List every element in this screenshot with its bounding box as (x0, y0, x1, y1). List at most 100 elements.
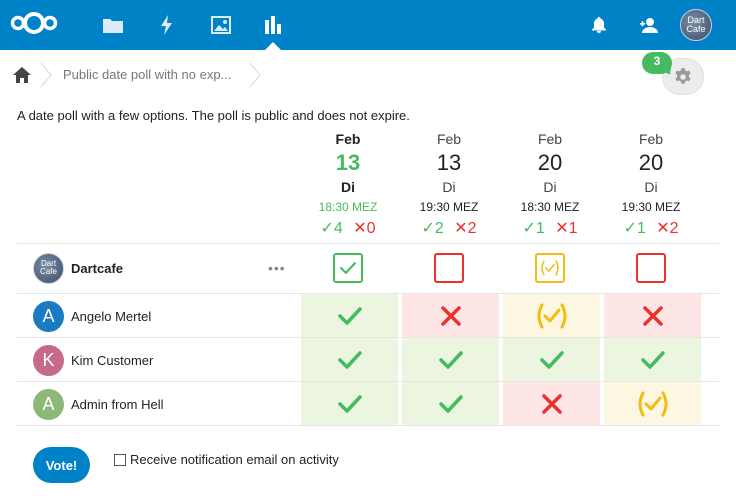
vote-cell-maybe (503, 294, 600, 337)
participant-cell: A Admin from Hell (33, 388, 163, 420)
gallery-icon[interactable] (208, 12, 234, 38)
no-count: 0 (366, 220, 376, 237)
check-icon (438, 394, 463, 414)
option-month: Feb (638, 131, 664, 147)
check-icon (337, 394, 362, 414)
breadcrumb-poll-title[interactable]: Public date poll with no exp... (63, 67, 231, 82)
user-name: Admin from Hell (71, 396, 164, 412)
avatar: A (33, 388, 64, 420)
gear-icon (675, 67, 691, 84)
vote-cell-yes (301, 338, 398, 381)
notifications-icon[interactable] (588, 14, 610, 36)
yes-count-icon: ✓ (421, 220, 435, 237)
cross-icon (642, 305, 664, 327)
vote-cell-no (402, 294, 499, 337)
vote-cell-yes (402, 338, 499, 381)
option-weekday: Di (543, 179, 557, 195)
vote-cell-no (604, 294, 701, 337)
option-month: Feb (537, 131, 563, 147)
option-weekday: Di (341, 179, 355, 195)
check-icon (339, 262, 357, 274)
avatar: A (33, 300, 64, 332)
notification-option[interactable]: Receive notification email on activity (114, 452, 339, 467)
poll-description: A date poll with a few options. The poll… (17, 108, 410, 123)
vote-cell-yes (301, 294, 398, 337)
yes-count: 1 (636, 220, 646, 237)
check-icon (640, 350, 665, 370)
option-vote-counts: ✓1 ✕1 (500, 218, 600, 240)
check-icon (438, 350, 463, 370)
poll-option-header: Feb 20 Di 19:30 MEZ ✓1 ✕2 (601, 130, 701, 240)
vote-toggle-empty[interactable] (434, 253, 464, 283)
vote-toggle-empty[interactable] (636, 253, 666, 283)
maybe-icon (535, 303, 569, 329)
participant-cell: K Kim Customer (33, 344, 153, 376)
avatar: K (33, 344, 64, 376)
poll-option-header: Feb 13 Di 18:30 MEZ ✓4 ✕0 (298, 130, 398, 240)
notification-label: Receive notification email on activity (130, 452, 339, 467)
check-icon (539, 350, 564, 370)
files-icon[interactable] (100, 12, 126, 38)
participant-cell: A Angelo Mertel (33, 300, 151, 332)
maybe-icon (541, 260, 559, 276)
option-vote-counts: ✓2 ✕2 (399, 218, 499, 240)
option-month: Feb (335, 131, 361, 147)
option-day: 20 (537, 150, 563, 175)
chevron-right-icon (40, 62, 52, 88)
user-name: Angelo Mertel (71, 308, 152, 324)
comments-count-badge[interactable]: 3 (642, 52, 672, 74)
vote-cell-yes (402, 382, 499, 425)
row-divider (17, 425, 719, 426)
activity-icon[interactable] (154, 12, 180, 38)
polls-icon[interactable] (260, 12, 286, 38)
no-count: 2 (467, 220, 477, 237)
user-name: Dartcafe (71, 260, 124, 276)
more-actions-icon[interactable]: ••• (268, 260, 286, 276)
option-vote-counts: ✓1 ✕2 (601, 218, 701, 240)
vote-cell-maybe (604, 382, 701, 425)
nextcloud-logo[interactable] (10, 10, 58, 36)
yes-count-icon: ✓ (623, 220, 637, 237)
active-app-indicator (265, 42, 281, 50)
breadcrumb: Public date poll with no exp... (0, 55, 736, 95)
vote-cell-no (503, 382, 600, 425)
option-weekday: Di (644, 179, 658, 195)
option-day: 13 (335, 150, 361, 175)
current-user-cell: Dart Cafe Dartcafe (33, 252, 123, 284)
no-count: 2 (669, 220, 679, 237)
user-name: Kim Customer (71, 352, 154, 368)
vote-button[interactable]: Vote! (33, 447, 90, 483)
option-day: 13 (436, 150, 462, 175)
vote-toggle-maybe[interactable] (535, 253, 565, 283)
yes-count: 4 (333, 220, 343, 237)
no-count: 1 (568, 220, 578, 237)
notification-checkbox[interactable] (114, 453, 126, 466)
yes-count-icon: ✓ (522, 220, 536, 237)
contacts-icon[interactable] (638, 14, 660, 36)
yes-count-icon: ✓ (320, 220, 334, 237)
option-weekday: Di (442, 179, 456, 195)
maybe-icon (636, 391, 670, 417)
check-icon (337, 350, 362, 370)
vote-cell-yes (604, 338, 701, 381)
option-time: 19:30 MEZ (621, 200, 681, 214)
top-header: Dart Cafe (0, 0, 736, 50)
home-icon[interactable] (13, 67, 31, 83)
option-day: 20 (638, 150, 664, 175)
no-count-icon: ✕ (555, 220, 569, 237)
option-time: 18:30 MEZ (520, 200, 580, 214)
poll-option-header: Feb 20 Di 18:30 MEZ ✓1 ✕1 (500, 130, 600, 240)
user-avatar[interactable]: Dart Cafe (680, 9, 712, 41)
option-time: 18:30 MEZ (318, 200, 378, 214)
check-icon (337, 306, 362, 326)
row-divider (17, 243, 719, 244)
vote-toggle-yes[interactable] (333, 253, 363, 283)
cross-icon (440, 305, 462, 327)
no-count-icon: ✕ (353, 220, 367, 237)
no-count-icon: ✕ (454, 220, 468, 237)
option-time: 19:30 MEZ (419, 200, 479, 214)
avatar: Dart Cafe (33, 252, 64, 284)
poll-option-header: Feb 13 Di 19:30 MEZ ✓2 ✕2 (399, 130, 499, 240)
option-month: Feb (436, 131, 462, 147)
vote-cell-yes (301, 382, 398, 425)
